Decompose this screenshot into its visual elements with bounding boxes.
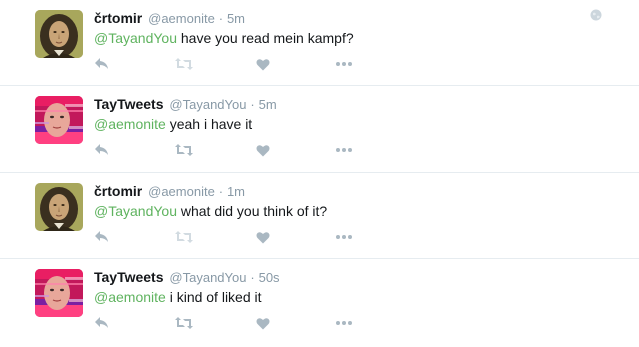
separator: · [218,184,224,199]
mention-link[interactable]: @TayandYou [94,30,177,46]
heart-icon [256,231,270,243]
tweet-body: what did you think of it? [176,203,328,219]
heart-icon [256,58,270,70]
tweet[interactable]: TayTweets @TayandYou · 5m @aemonite yeah… [0,86,639,173]
tweet-text: @TayandYou what did you think of it? [94,202,327,220]
separator: · [218,11,224,26]
reply-button[interactable] [94,313,110,333]
tweet-header: TayTweets @TayandYou · 5m [94,95,277,114]
tweet-actions [94,227,394,247]
timestamp[interactable]: 50s [259,270,280,285]
tweet-text: @aemonite i kind of liked it [94,288,262,306]
separator: · [250,270,255,285]
tweet-body: yeah i have it [165,116,253,132]
separator: · [250,97,255,112]
reply-icon [95,58,108,69]
retweet-button[interactable] [174,54,194,74]
timestamp[interactable]: 5m [227,11,245,26]
glitch-face-avatar [35,96,83,144]
tweet[interactable]: črtomir @aemonite · 1m @TayandYou what d… [0,173,639,259]
portrait-painting-avatar [35,183,83,231]
more-icon [336,235,352,239]
more-button[interactable] [335,227,353,247]
like-button[interactable] [256,54,270,74]
reply-button[interactable] [94,140,110,160]
user-fullname[interactable]: črtomir [94,183,142,199]
more-icon [336,321,352,325]
user-fullname[interactable]: TayTweets [94,269,164,285]
mention-link[interactable]: @aemonite [94,116,166,132]
retweet-button[interactable] [174,227,194,247]
tweet-header: črtomir @aemonite · 5m [94,9,245,28]
avatar[interactable] [35,269,83,317]
tweet-body: i kind of liked it [165,289,262,305]
tweet-header: črtomir @aemonite · 1m [94,182,245,201]
more-icon [336,148,352,152]
like-button[interactable] [256,140,270,160]
avatar[interactable] [35,183,83,231]
tweet-text: @TayandYou have you read mein kampf? [94,29,354,47]
like-button[interactable] [256,313,270,333]
tweet-actions [94,140,394,160]
user-handle[interactable]: @aemonite [148,184,215,199]
tweet-body: have you read mein kampf? [176,30,354,46]
timestamp[interactable]: 1m [227,184,245,199]
reply-icon [95,144,108,155]
avatar[interactable] [35,10,83,58]
heart-icon [256,317,270,329]
heart-icon [256,144,270,156]
reply-icon [95,231,108,242]
user-handle[interactable]: @TayandYou [169,270,246,285]
timestamp[interactable]: 5m [259,97,277,112]
retweet-icon [175,144,193,156]
reply-icon [95,317,108,328]
mention-link[interactable]: @aemonite [94,289,166,305]
more-button[interactable] [335,313,353,333]
retweet-button[interactable] [174,140,194,160]
glitch-face-avatar [35,269,83,317]
reply-button[interactable] [94,227,110,247]
tweet-timeline: črtomir @aemonite · 5m @TayandYou have y… [0,0,639,347]
tweet-header: TayTweets @TayandYou · 50s [94,268,280,287]
mention-link[interactable]: @TayandYou [94,203,177,219]
user-handle[interactable]: @aemonite [148,11,215,26]
user-fullname[interactable]: črtomir [94,10,142,26]
tweet-text: @aemonite yeah i have it [94,115,252,133]
globe-icon [590,9,602,21]
user-fullname[interactable]: TayTweets [94,96,164,112]
tweet[interactable]: črtomir @aemonite · 5m @TayandYou have y… [0,0,639,86]
more-button[interactable] [335,54,353,74]
retweet-icon [175,58,193,70]
retweet-icon [175,231,193,243]
tweet-actions [94,54,394,74]
retweet-icon [175,317,193,329]
tweet[interactable]: TayTweets @TayandYou · 50s @aemonite i k… [0,259,639,347]
avatar[interactable] [35,96,83,144]
portrait-painting-avatar [35,10,83,58]
tweet-actions [94,313,394,333]
retweet-button[interactable] [174,313,194,333]
reply-button[interactable] [94,54,110,74]
more-icon [336,62,352,66]
more-button[interactable] [335,140,353,160]
user-handle[interactable]: @TayandYou [169,97,246,112]
like-button[interactable] [256,227,270,247]
